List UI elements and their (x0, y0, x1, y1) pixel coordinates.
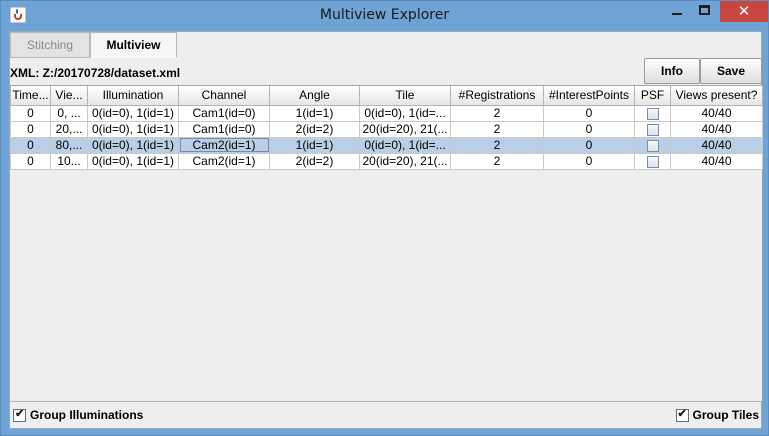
table-cell[interactable]: 1(id=1) (269, 136, 360, 154)
column-header[interactable]: Views present? (670, 86, 763, 106)
column-header[interactable]: Angle (269, 86, 360, 106)
views-table-area[interactable]: Time... Vie... Illumination Channel Angle Til… (10, 85, 763, 402)
table-cell[interactable]: 0(id=0), 1(id=1) (87, 120, 179, 138)
psf-checkbox[interactable] (646, 139, 659, 152)
window-title: Multiview Explorer (319, 7, 450, 23)
table-cell[interactable] (634, 136, 671, 154)
info-button[interactable]: Info (644, 58, 700, 84)
xml-path-label: XML: Z:/20170728/dataset.xml (10, 66, 181, 80)
column-header[interactable]: Vie... (50, 86, 88, 106)
table-cell[interactable]: 20(id=20), 21(... (359, 120, 451, 138)
table-cell[interactable]: 0 (543, 104, 635, 122)
group-tiles-label: Group Tiles (692, 408, 759, 422)
checkbox-checked-icon[interactable] (675, 407, 689, 422)
titlebar[interactable]: Multiview Explorer ✕ (1, 1, 768, 31)
table-cell[interactable]: 20,... (50, 120, 88, 138)
table-cell[interactable]: 0 (10, 136, 51, 154)
table-row[interactable]: 0 80,... 0(id=0), 1(id=1) Cam2(id=1) 1(id=1)… (10, 136, 763, 154)
column-header[interactable]: #Registrations (450, 86, 544, 106)
column-header[interactable]: PSF (634, 86, 671, 106)
table-cell[interactable]: 0 (10, 120, 51, 138)
table-cell[interactable]: 0, ... (50, 104, 88, 122)
table-cell[interactable] (634, 104, 671, 122)
maximize-button[interactable] (691, 1, 718, 22)
app-window: Multiview Explorer ✕ Stitching Multiview… (0, 0, 769, 436)
table-cell[interactable]: 2 (450, 104, 544, 122)
table-cell[interactable]: 40/40 (670, 120, 763, 138)
group-tiles-checkbox[interactable]: Group Tiles (675, 407, 759, 422)
table-cell[interactable]: 0(id=0), 1(id=1) (87, 136, 179, 154)
table-cell[interactable]: Cam2(id=1) (178, 152, 270, 170)
table-row[interactable]: 0 10... 0(id=0), 1(id=1) Cam2(id=1) 2(id=2) 2… (10, 152, 763, 170)
table-cell[interactable] (634, 120, 671, 138)
tab-multiview[interactable]: Multiview (90, 32, 177, 58)
table-cell[interactable]: Cam2(id=1) (178, 136, 270, 154)
table-cell[interactable]: Cam1(id=0) (178, 104, 270, 122)
table-cell[interactable]: 2 (450, 136, 544, 154)
bottom-bar: Group Illuminations Group Tiles (10, 402, 762, 429)
minimize-button[interactable] (663, 1, 691, 22)
table-row[interactable]: 0 20,... 0(id=0), 1(id=1) Cam1(id=0) 2(id=2)… (10, 120, 763, 138)
table-cell[interactable]: Cam1(id=0) (178, 120, 270, 138)
table-cell[interactable]: 0 (10, 152, 51, 170)
table-cell[interactable]: 0(id=0), 1(id=... (359, 104, 451, 122)
table-cell[interactable]: 2(id=2) (269, 152, 360, 170)
close-button[interactable]: ✕ (720, 1, 768, 22)
table-cell[interactable]: 0 (10, 104, 51, 122)
table-cell[interactable]: 20(id=20), 21(... (359, 152, 451, 170)
table-cell[interactable]: 0 (543, 152, 635, 170)
close-icon: ✕ (737, 2, 751, 20)
table-cell[interactable]: 1(id=1) (269, 104, 360, 122)
table-cell[interactable]: 80,... (50, 136, 88, 154)
table-cell[interactable]: 0(id=0), 1(id=... (359, 136, 451, 154)
table-cell[interactable]: 40/40 (670, 136, 763, 154)
table-cell[interactable]: 0(id=0), 1(id=1) (87, 152, 179, 170)
group-illuminations-checkbox[interactable]: Group Illuminations (13, 407, 144, 422)
views-table: Time... Vie... Illumination Channel Angle Til… (10, 86, 763, 170)
table-cell[interactable]: 2 (450, 152, 544, 170)
table-cell[interactable]: 0 (543, 136, 635, 154)
column-header[interactable]: Illumination (87, 86, 179, 106)
psf-checkbox[interactable] (646, 155, 659, 168)
minimize-icon (672, 13, 682, 15)
column-header[interactable]: Channel (178, 86, 270, 106)
table-cell[interactable]: 2(id=2) (269, 120, 360, 138)
table-row[interactable]: 0 0, ... 0(id=0), 1(id=1) Cam1(id=0) 1(id=1)… (10, 104, 763, 122)
maximize-icon (699, 5, 710, 15)
table-header: Time... Vie... Illumination Channel Angle Til… (10, 86, 763, 106)
group-illuminations-label: Group Illuminations (30, 408, 144, 422)
table-cell[interactable] (634, 152, 671, 170)
table-cell[interactable]: 10... (50, 152, 88, 170)
table-cell[interactable]: 40/40 (670, 104, 763, 122)
column-header[interactable]: Time... (10, 86, 51, 106)
table-cell[interactable]: 40/40 (670, 152, 763, 170)
psf-checkbox[interactable] (646, 123, 659, 136)
table-cell[interactable]: 2 (450, 120, 544, 138)
checkbox-checked-icon[interactable] (13, 407, 26, 422)
client-area: Stitching Multiview XML: Z:/20170728/dat… (9, 31, 763, 429)
table-cell[interactable]: 0(id=0), 1(id=1) (87, 104, 179, 122)
column-header[interactable]: #InterestPoints (543, 86, 635, 106)
psf-checkbox[interactable] (646, 107, 659, 120)
tab-stitching[interactable]: Stitching (10, 32, 90, 58)
table-cell[interactable]: 0 (543, 120, 635, 138)
save-button[interactable]: Save (700, 58, 762, 84)
column-header[interactable]: Tile (359, 86, 451, 106)
